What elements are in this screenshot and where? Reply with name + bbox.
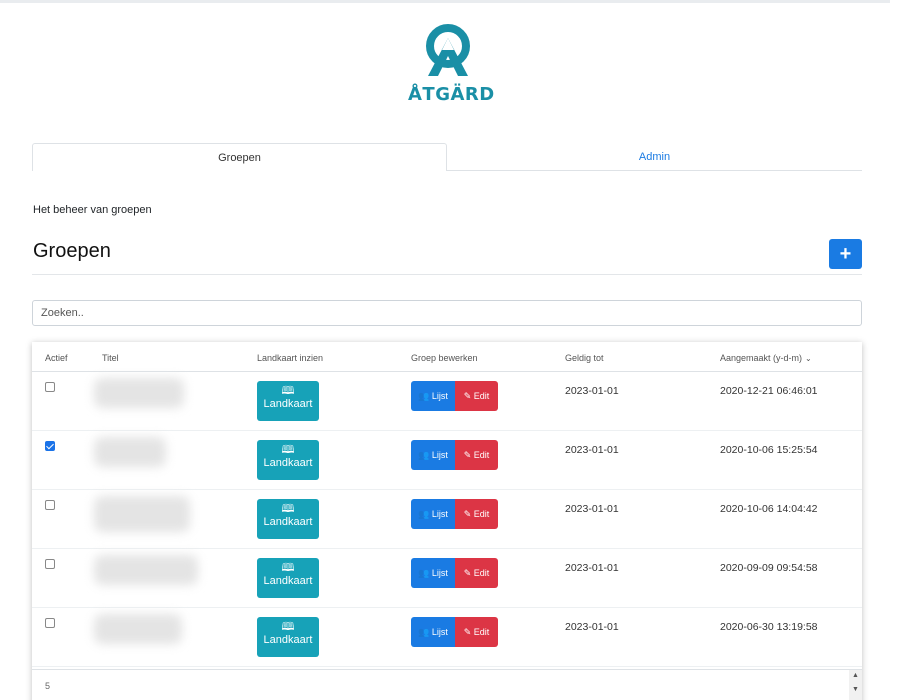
table-row: 🕮 Landkaart 👥 Lijst ✎ Edit 2023-01-01 202… xyxy=(32,608,862,667)
lijst-label: Lijst xyxy=(431,568,448,578)
row-count: 5 xyxy=(45,681,51,691)
lijst-label: Lijst xyxy=(431,391,448,401)
header-aangemaakt-label: Aangemaakt (y-d-m) xyxy=(720,353,803,363)
landkaart-button[interactable]: 🕮 Landkaart xyxy=(257,558,319,598)
edit-icon: ✎ xyxy=(463,391,472,401)
landkaart-button[interactable]: 🕮 Landkaart xyxy=(257,440,319,480)
edit-label: Edit xyxy=(473,391,490,401)
scroll-up-icon[interactable]: ▲ xyxy=(852,672,859,679)
users-icon: 👥 xyxy=(418,568,430,578)
logo-mark-icon xyxy=(426,24,470,76)
edit-label: Edit xyxy=(473,627,490,637)
active-checkbox[interactable] xyxy=(45,500,55,510)
blurred-title xyxy=(94,555,198,585)
header-aangemaakt[interactable]: Aangemaakt (y-d-m) ⌄ xyxy=(720,353,812,363)
add-group-button[interactable]: + xyxy=(829,239,862,269)
blurred-title xyxy=(94,437,166,467)
edit-button[interactable]: ✎ Edit xyxy=(455,499,498,529)
users-icon: 👥 xyxy=(418,450,430,460)
blurred-title xyxy=(94,614,182,644)
table-row: 🕮 Landkaart 👥 Lijst ✎ Edit 2023-01-01 202… xyxy=(32,431,862,490)
landkaart-label: Landkaart xyxy=(263,516,313,528)
atgard-logo: ÅTGÄRD xyxy=(408,24,495,106)
geldig-tot-cell: 2023-01-01 xyxy=(565,503,619,515)
geldig-tot-cell: 2023-01-01 xyxy=(565,562,619,574)
landkaart-label: Landkaart xyxy=(263,634,313,646)
header-actief: Actief xyxy=(45,353,68,363)
table-row: 🕮 Landkaart 👥 Lijst ✎ Edit 2023-01-01 202… xyxy=(32,490,862,549)
edit-button[interactable]: ✎ Edit xyxy=(455,440,498,470)
divider xyxy=(32,274,862,275)
edit-button[interactable]: ✎ Edit xyxy=(455,558,498,588)
chevron-down-icon: ⌄ xyxy=(805,354,812,363)
search-input[interactable] xyxy=(32,300,862,326)
geldig-tot-cell: 2023-01-01 xyxy=(565,621,619,633)
edit-label: Edit xyxy=(473,568,490,578)
edit-icon: ✎ xyxy=(463,450,472,460)
landkaart-label: Landkaart xyxy=(263,457,313,469)
groups-table: Actief Titel Landkaart inzien Groep bewe… xyxy=(32,342,862,700)
edit-label: Edit xyxy=(473,509,490,519)
active-checkbox[interactable] xyxy=(45,441,55,451)
scroll-down-icon[interactable]: ▼ xyxy=(852,686,859,693)
map-icon: 🕮 xyxy=(281,503,295,515)
lijst-label: Lijst xyxy=(431,450,448,460)
users-icon: 👥 xyxy=(418,509,430,519)
lijst-label: Lijst xyxy=(431,627,448,637)
table-row: 🕮 Landkaart 👥 Lijst ✎ Edit 2023-01-01 202… xyxy=(32,372,862,431)
edit-button[interactable]: ✎ Edit xyxy=(455,617,498,647)
top-border xyxy=(0,0,890,3)
header-groep-bewerken: Groep bewerken xyxy=(411,353,478,363)
lijst-label: Lijst xyxy=(431,509,448,519)
aangemaakt-cell: 2020-10-06 14:04:42 xyxy=(720,503,818,515)
header-titel: Titel xyxy=(102,353,119,363)
table-row: 🕮 Landkaart 👥 Lijst ✎ Edit 2023-01-01 202… xyxy=(32,549,862,608)
aangemaakt-cell: 2020-10-06 15:25:54 xyxy=(720,444,818,456)
landkaart-button[interactable]: 🕮 Landkaart xyxy=(257,381,319,421)
table-footer: 5 ▲ ▼ xyxy=(32,669,862,700)
lijst-button[interactable]: 👥 Lijst xyxy=(411,499,455,529)
table-header: Actief Titel Landkaart inzien Groep bewe… xyxy=(32,342,862,372)
page-subtitle: Het beheer van groepen xyxy=(33,204,152,216)
edit-icon: ✎ xyxy=(463,568,472,578)
header-geldig-tot: Geldig tot xyxy=(565,353,604,363)
lijst-button[interactable]: 👥 Lijst xyxy=(411,558,455,588)
landkaart-button[interactable]: 🕮 Landkaart xyxy=(257,617,319,657)
blurred-title xyxy=(94,378,184,408)
header-landkaart: Landkaart inzien xyxy=(257,353,324,363)
map-icon: 🕮 xyxy=(281,562,295,574)
users-icon: 👥 xyxy=(418,391,430,401)
landkaart-label: Landkaart xyxy=(263,575,313,587)
lijst-button[interactable]: 👥 Lijst xyxy=(411,381,455,411)
lijst-button[interactable]: 👥 Lijst xyxy=(411,440,455,470)
landkaart-button[interactable]: 🕮 Landkaart xyxy=(257,499,319,539)
lijst-button[interactable]: 👥 Lijst xyxy=(411,617,455,647)
edit-label: Edit xyxy=(473,450,490,460)
aangemaakt-cell: 2020-12-21 06:46:01 xyxy=(720,385,818,397)
active-checkbox[interactable] xyxy=(45,382,55,392)
map-icon: 🕮 xyxy=(281,444,295,456)
landkaart-label: Landkaart xyxy=(263,398,313,410)
logo-text: ÅTGÄRD xyxy=(408,84,495,105)
geldig-tot-cell: 2023-01-01 xyxy=(565,444,619,456)
active-checkbox[interactable] xyxy=(45,618,55,628)
aangemaakt-cell: 2020-06-30 13:19:58 xyxy=(720,621,818,633)
users-icon: 👥 xyxy=(418,627,430,637)
geldig-tot-cell: 2023-01-01 xyxy=(565,385,619,397)
blurred-title xyxy=(94,496,190,532)
active-checkbox[interactable] xyxy=(45,559,55,569)
page-title: Groepen xyxy=(33,240,111,262)
tab-groepen[interactable]: Groepen xyxy=(32,143,447,171)
plus-icon: + xyxy=(839,243,852,265)
edit-button[interactable]: ✎ Edit xyxy=(455,381,498,411)
map-icon: 🕮 xyxy=(281,621,295,633)
tab-bar: Groepen Admin xyxy=(32,143,862,171)
aangemaakt-cell: 2020-09-09 09:54:58 xyxy=(720,562,818,574)
tab-admin[interactable]: Admin xyxy=(447,143,862,171)
map-icon: 🕮 xyxy=(281,385,295,397)
edit-icon: ✎ xyxy=(463,627,472,637)
edit-icon: ✎ xyxy=(463,509,472,519)
scrollbar[interactable]: ▲ ▼ xyxy=(849,670,862,700)
